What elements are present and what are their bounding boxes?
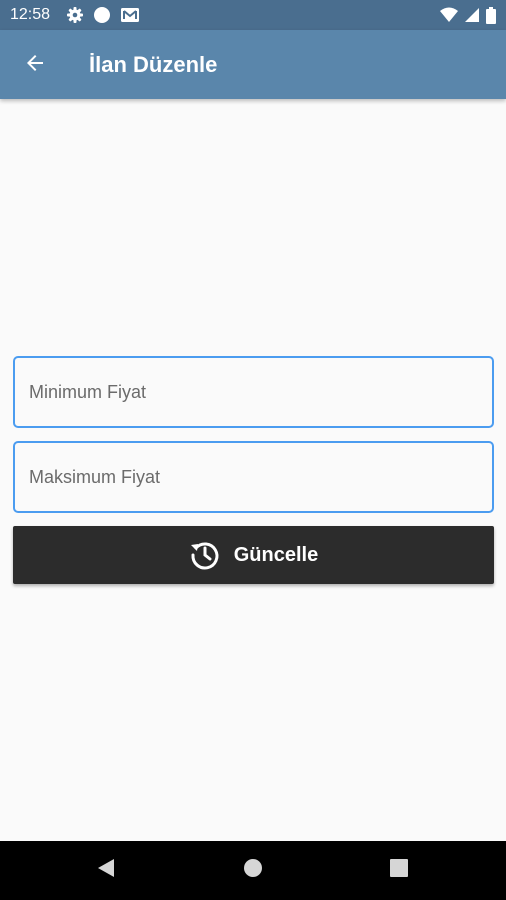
max-price-input[interactable] — [15, 443, 492, 511]
update-clock-icon — [189, 539, 221, 571]
battery-icon — [486, 6, 496, 24]
status-notification-icons — [66, 6, 140, 24]
circle-dot-icon — [93, 6, 111, 24]
update-button[interactable]: Güncelle — [13, 526, 494, 584]
page-title: İlan Düzenle — [89, 52, 218, 77]
status-time: 12:58 — [10, 6, 51, 23]
cell-signal-icon — [464, 7, 480, 23]
max-price-field[interactable] — [13, 441, 494, 513]
system-nav-bar — [0, 841, 506, 900]
back-button[interactable] — [20, 50, 50, 80]
min-price-field[interactable] — [13, 356, 494, 428]
status-bar: 12:58 — [0, 0, 506, 30]
update-button-label: Güncelle — [233, 543, 319, 566]
status-system-icons — [440, 6, 496, 24]
nav-recents-button[interactable] — [369, 841, 429, 900]
back-triangle-icon — [97, 858, 115, 883]
nav-back-button[interactable] — [76, 841, 136, 900]
settings-icon — [66, 6, 84, 24]
arrow-left-icon — [23, 51, 47, 80]
recents-square-icon — [390, 859, 408, 882]
gmail-icon — [120, 6, 140, 24]
min-price-input[interactable] — [15, 358, 492, 426]
wifi-icon — [440, 7, 458, 23]
nav-home-button[interactable] — [223, 841, 283, 900]
home-circle-icon — [243, 858, 263, 883]
app-bar: İlan Düzenle — [0, 30, 506, 99]
